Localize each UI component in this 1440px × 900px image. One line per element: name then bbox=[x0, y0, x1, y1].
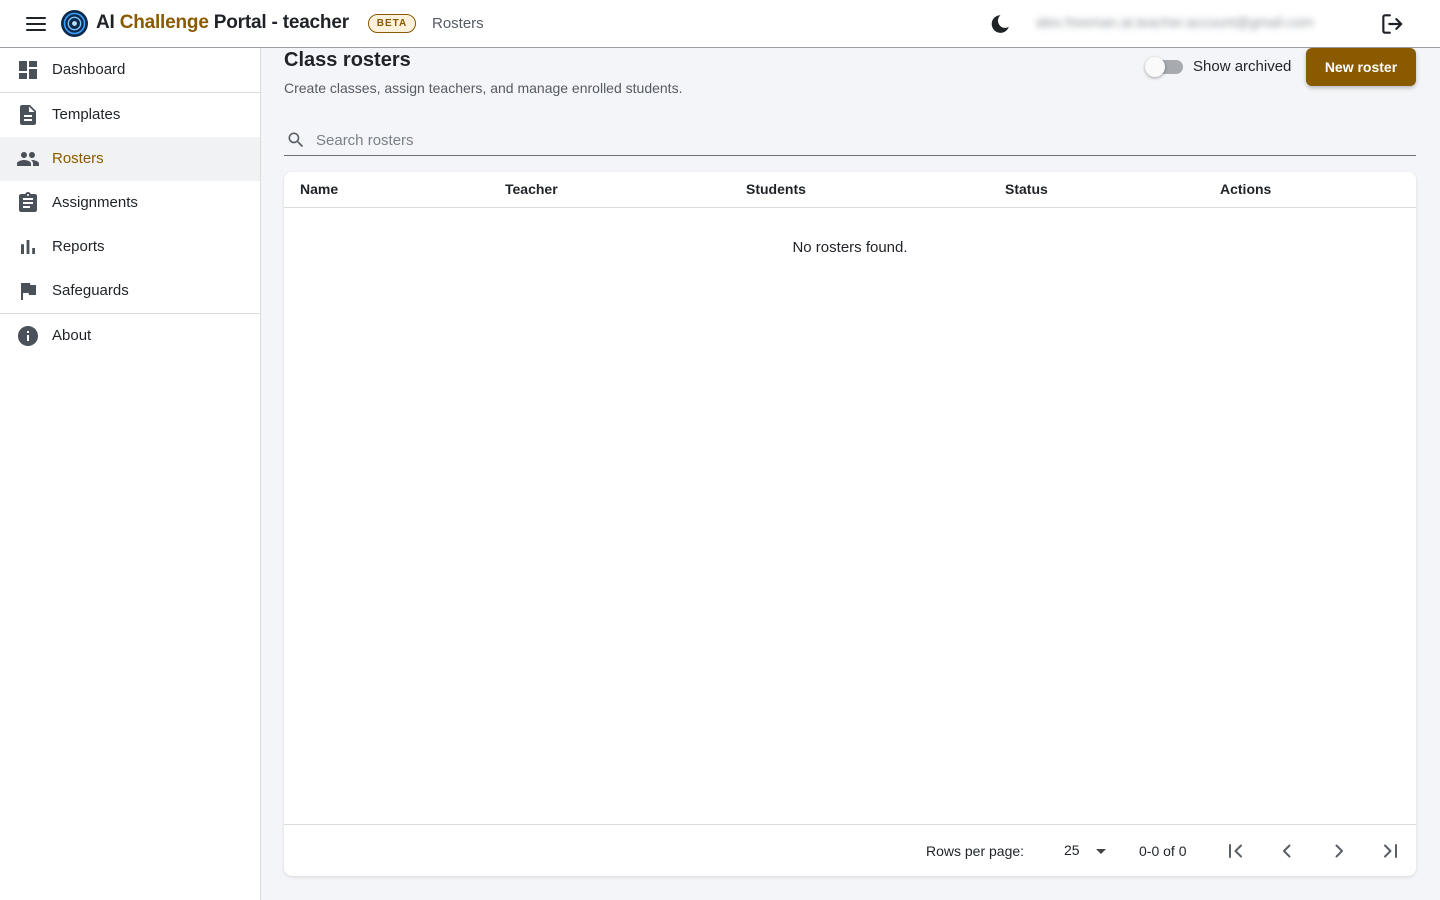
page-title: Class rosters bbox=[284, 49, 411, 71]
logout-icon[interactable] bbox=[1379, 11, 1405, 37]
new-roster-button[interactable]: New roster bbox=[1306, 48, 1416, 86]
rosters-table: Name Teacher Students Status Actions No … bbox=[284, 172, 1416, 876]
top-app-bar: AI Challenge Portal - teacher BETA Roste… bbox=[0, 0, 1440, 48]
toggle-knob bbox=[1145, 57, 1165, 77]
menu-icon[interactable] bbox=[24, 14, 48, 34]
sidebar-item-label: Reports bbox=[52, 238, 105, 255]
info-icon bbox=[18, 326, 38, 346]
column-header-status[interactable]: Status bbox=[1005, 181, 1048, 197]
chevron-down-icon bbox=[1096, 849, 1106, 854]
sidebar-item-label: Safeguards bbox=[52, 282, 129, 299]
sidebar-item-assignments[interactable]: Assignments bbox=[0, 181, 260, 225]
sidebar-item-label: Rosters bbox=[52, 150, 104, 167]
search-input[interactable] bbox=[316, 128, 1406, 152]
rows-per-page-label: Rows per page: bbox=[926, 843, 1025, 859]
people-icon bbox=[17, 152, 39, 166]
table-pagination: Rows per page: 25 0-0 of 0 bbox=[284, 824, 1416, 876]
rows-per-page-select[interactable]: 25 bbox=[1056, 837, 1112, 865]
sidebar-item-dashboard[interactable]: Dashboard bbox=[0, 48, 260, 92]
show-archived-label: Show archived bbox=[1193, 58, 1292, 75]
user-email: alex.freeman.at.teacher.account@gmail.co… bbox=[1036, 14, 1314, 30]
sidebar-item-templates[interactable]: Templates bbox=[0, 93, 260, 137]
search-icon bbox=[288, 132, 304, 148]
first-page-icon[interactable] bbox=[1224, 839, 1248, 863]
show-archived-toggle[interactable] bbox=[1145, 57, 1183, 77]
flag-icon bbox=[21, 283, 36, 300]
dashboard-icon bbox=[19, 61, 37, 79]
sidebar-nav: Dashboard Templates Rosters Assignments … bbox=[0, 48, 261, 900]
sidebar-item-about[interactable]: About bbox=[0, 314, 260, 358]
column-header-name[interactable]: Name bbox=[300, 181, 338, 197]
last-page-icon[interactable] bbox=[1378, 839, 1402, 863]
rows-per-page-value: 25 bbox=[1064, 842, 1080, 858]
sidebar-item-rosters[interactable]: Rosters bbox=[0, 137, 260, 181]
pagination-range: 0-0 of 0 bbox=[1139, 843, 1187, 859]
bar-chart-icon bbox=[21, 240, 35, 254]
beta-badge: BETA bbox=[368, 14, 416, 33]
app-title: AI Challenge Portal - teacher bbox=[96, 12, 349, 33]
next-page-icon[interactable] bbox=[1327, 839, 1351, 863]
previous-page-icon[interactable] bbox=[1275, 839, 1299, 863]
sidebar-item-label: About bbox=[52, 327, 92, 344]
sidebar-item-reports[interactable]: Reports bbox=[0, 225, 260, 269]
page-subtitle: Create classes, assign teachers, and man… bbox=[284, 80, 683, 96]
column-header-students[interactable]: Students bbox=[746, 181, 806, 197]
column-header-teacher[interactable]: Teacher bbox=[505, 181, 558, 197]
sidebar-item-label: Dashboard bbox=[52, 61, 126, 78]
document-icon bbox=[20, 105, 36, 125]
app-logo bbox=[61, 10, 88, 37]
column-header-actions: Actions bbox=[1220, 181, 1272, 197]
sidebar-item-label: Assignments bbox=[52, 194, 138, 211]
empty-state-message: No rosters found. bbox=[792, 239, 908, 256]
table-header: Name Teacher Students Status Actions bbox=[284, 172, 1416, 208]
sidebar-item-safeguards[interactable]: Safeguards bbox=[0, 269, 260, 313]
sidebar-item-label: Templates bbox=[52, 106, 121, 123]
dark-mode-moon-icon[interactable] bbox=[988, 12, 1012, 36]
search-field bbox=[284, 124, 1416, 156]
clipboard-icon bbox=[19, 192, 37, 212]
breadcrumb: Rosters bbox=[432, 15, 484, 32]
